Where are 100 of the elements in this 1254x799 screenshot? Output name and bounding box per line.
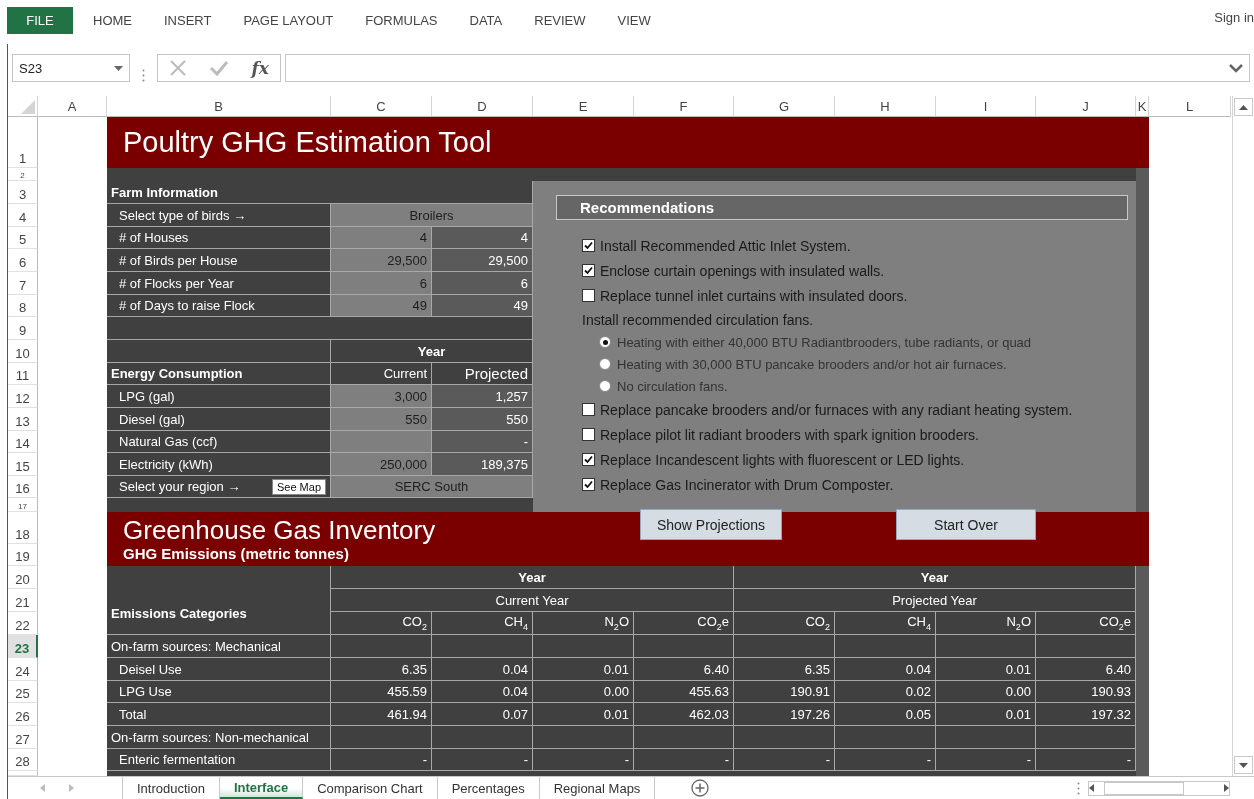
table-cell: 0.01 xyxy=(533,703,634,726)
table-cell: 550 xyxy=(432,408,533,431)
column-header[interactable]: A xyxy=(38,96,107,117)
input-cell[interactable]: 550 xyxy=(331,408,432,431)
column-header: Year xyxy=(331,340,533,363)
vertical-scrollbar[interactable] xyxy=(1232,96,1254,776)
input-cell[interactable]: 6 xyxy=(331,272,432,295)
checkbox[interactable] xyxy=(582,403,595,416)
region-dropdown[interactable]: SERC South xyxy=(331,476,533,498)
scroll-left-icon[interactable] xyxy=(1089,784,1094,792)
checkbox[interactable] xyxy=(582,264,595,277)
section-title: Greenhouse Gas Inventory xyxy=(123,516,436,545)
insert-function-button[interactable]: fx xyxy=(251,58,269,78)
column-header: CO$_{2}$ xyxy=(734,612,835,635)
action-button[interactable]: Start Over xyxy=(896,509,1036,540)
section-heading: Energy Consumption xyxy=(107,363,331,385)
row-header[interactable]: 7 xyxy=(8,272,38,295)
row-header[interactable]: 2 xyxy=(8,168,38,181)
ribbon-tab[interactable]: INSERT xyxy=(148,7,228,28)
input-cell[interactable]: 250,000 xyxy=(331,453,432,476)
row-header[interactable]: 23 xyxy=(8,635,38,658)
checkbox[interactable] xyxy=(582,289,595,302)
action-button[interactable]: Show Projections xyxy=(640,509,782,540)
row-header[interactable]: 1 xyxy=(8,117,38,168)
row-header[interactable]: 18 xyxy=(8,512,38,544)
input-cell[interactable]: 49 xyxy=(331,295,432,317)
checkbox-option[interactable]: Replace tunnel inlet curtains with insulated doors. xyxy=(556,283,1128,308)
ribbon-tab[interactable]: HOME xyxy=(77,7,148,28)
see-map-button[interactable]: See Map xyxy=(271,478,326,495)
table-cell: 4 xyxy=(432,227,533,249)
bird-type-dropdown[interactable]: Broilers xyxy=(331,204,533,227)
horizontal-scrollbar[interactable] xyxy=(1088,780,1230,796)
row-header[interactable]: 6 xyxy=(8,249,38,272)
row-header[interactable]: 12 xyxy=(8,385,38,408)
row-header[interactable]: 10 xyxy=(8,340,38,363)
row-header[interactable]: 14 xyxy=(8,431,38,453)
radio-button[interactable] xyxy=(599,380,611,392)
checkbox[interactable] xyxy=(582,428,595,441)
row-header[interactable]: 17 xyxy=(8,498,38,512)
formula-field[interactable] xyxy=(285,54,1250,82)
add-sheet-icon[interactable] xyxy=(691,779,710,797)
row-header[interactable]: 27 xyxy=(8,726,38,749)
column-header: CO$_{2}$e xyxy=(1036,612,1136,635)
row-header[interactable]: 3 xyxy=(8,181,38,204)
checkbox-option[interactable]: Install Recommended Attic Inlet System. xyxy=(556,233,1128,258)
name-box[interactable]: S23 xyxy=(12,54,130,82)
row-header[interactable]: 8 xyxy=(8,295,38,317)
checkbox-option[interactable]: Enclose curtain openings with insulated walls. xyxy=(556,258,1128,283)
table-cell: 0.01 xyxy=(533,658,634,681)
table-cell: 197.26 xyxy=(734,703,835,726)
row-header[interactable]: 16 xyxy=(8,476,38,498)
table-cell: 0.02 xyxy=(835,681,936,703)
row-header[interactable]: 11 xyxy=(8,363,38,385)
row-header[interactable]: 25 xyxy=(8,681,38,703)
table-cell: 6.40 xyxy=(1036,658,1136,681)
scroll-up-icon[interactable] xyxy=(1239,104,1248,110)
sheet-tab[interactable]: Interface xyxy=(219,777,304,799)
row-header[interactable]: 9 xyxy=(8,317,38,340)
radio-button[interactable] xyxy=(599,358,611,370)
ribbon-tab[interactable]: PAGE LAYOUT xyxy=(227,7,350,28)
row-header[interactable]: 13 xyxy=(8,408,38,431)
table-cell: - xyxy=(734,749,835,771)
input-cell[interactable]: 3,000 xyxy=(331,385,432,408)
input-cell[interactable]: 4 xyxy=(331,227,432,249)
row-header[interactable]: 21 xyxy=(8,589,38,612)
ribbon-tab[interactable]: VIEW xyxy=(601,7,667,28)
row-header[interactable]: 4 xyxy=(8,204,38,227)
row-header[interactable]: 19 xyxy=(8,544,38,566)
row-label: LPG Use xyxy=(107,681,331,703)
scroll-right-icon[interactable] xyxy=(1224,784,1229,792)
input-cell[interactable]: 29,500 xyxy=(331,249,432,272)
ribbon-tab[interactable]: DATA xyxy=(453,7,519,28)
table-cell: 190.91 xyxy=(734,681,835,703)
column-header: CO$_{2}$ xyxy=(331,612,432,635)
row-header[interactable]: 28 xyxy=(8,749,38,771)
table-cell: 0.00 xyxy=(936,681,1036,703)
checkbox[interactable] xyxy=(582,478,595,491)
chevron-down-icon[interactable] xyxy=(1229,63,1243,73)
row-header[interactable]: 20 xyxy=(8,566,38,589)
row-header[interactable]: 26 xyxy=(8,703,38,726)
checkbox-option[interactable]: Replace Incandescent lights with fluorescent or LED lights. xyxy=(556,447,1128,472)
more-icon xyxy=(142,68,145,82)
row-header[interactable]: 24 xyxy=(8,658,38,681)
check-icon[interactable] xyxy=(209,60,230,76)
sign-in-link[interactable]: Sign in xyxy=(1214,7,1254,25)
table-cell: 462.03 xyxy=(634,703,734,726)
row-header[interactable]: 5 xyxy=(8,227,38,249)
radio-button[interactable] xyxy=(599,336,611,348)
checkbox-option[interactable]: Replace pilot lit radiant brooders with spark ignition brooders. xyxy=(556,422,1128,447)
row-header[interactable]: 15 xyxy=(8,453,38,476)
ribbon-tab[interactable]: REVIEW xyxy=(518,7,602,28)
checkbox[interactable] xyxy=(582,239,595,252)
ribbon-tab[interactable]: FORMULAS xyxy=(349,7,454,28)
checkbox[interactable] xyxy=(582,453,595,466)
checkbox-option[interactable]: Replace Gas Incinerator with Drum Composter. xyxy=(556,472,1128,497)
column-header[interactable]: L xyxy=(1149,96,1231,117)
file-tab[interactable]: FILE xyxy=(7,7,73,34)
checkbox-option[interactable]: Replace pancake brooders and/or furnaces with any radiant heating system. xyxy=(556,397,1128,422)
scroll-down-icon[interactable] xyxy=(1239,762,1248,768)
table-cell: 0.04 xyxy=(432,658,533,681)
